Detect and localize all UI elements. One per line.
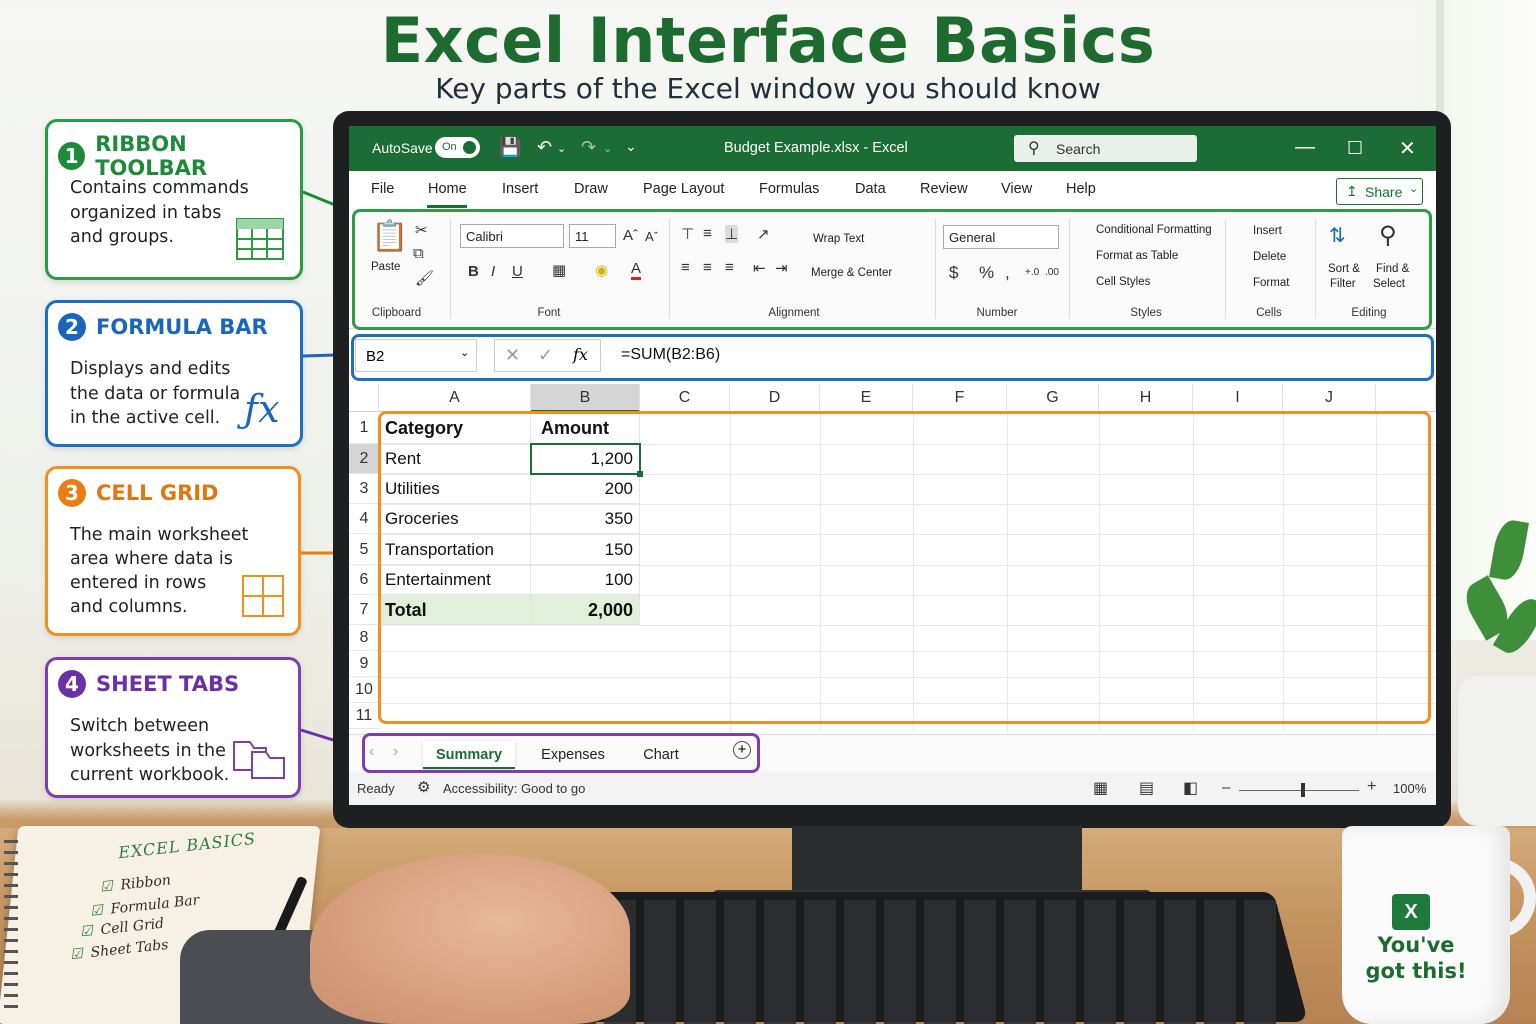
zoom-level[interactable]: 100% bbox=[1393, 781, 1426, 796]
column-header[interactable]: E bbox=[820, 384, 913, 412]
chevron-down-icon[interactable]: ⌄ bbox=[603, 142, 612, 155]
tab-data[interactable]: Data bbox=[855, 181, 886, 197]
column-header[interactable]: G bbox=[1007, 384, 1099, 412]
row-header[interactable]: 1 bbox=[349, 412, 379, 444]
tab-review[interactable]: Review bbox=[920, 181, 968, 197]
search-box[interactable]: ⚲ Search bbox=[1014, 135, 1197, 162]
column-header[interactable]: C bbox=[640, 384, 730, 412]
tab-home[interactable]: Home bbox=[428, 181, 467, 197]
row-header[interactable]: 8 bbox=[349, 625, 379, 651]
ribbon-tabs: File Home Insert Draw Page Layout Formul… bbox=[349, 171, 1436, 211]
formula-bar-highlight bbox=[351, 334, 1434, 381]
maximize-icon[interactable]: ☐ bbox=[1347, 138, 1363, 159]
sheet-tabs-highlight bbox=[362, 733, 760, 773]
autosave-toggle[interactable]: On bbox=[435, 137, 480, 158]
plant-pot bbox=[1458, 676, 1536, 826]
column-header[interactable]: H bbox=[1099, 384, 1193, 412]
search-icon: ⚲ bbox=[1028, 140, 1040, 157]
page-break-view-icon[interactable]: ◧ bbox=[1183, 778, 1198, 798]
keyboard-keys bbox=[520, 900, 1280, 1024]
zoom-in-icon[interactable]: + bbox=[1367, 778, 1376, 796]
accessibility-status[interactable]: Accessibility: Good to go bbox=[443, 781, 585, 796]
search-placeholder: Search bbox=[1056, 141, 1101, 157]
tab-draw[interactable]: Draw bbox=[574, 181, 608, 197]
zoom-slider-thumb[interactable] bbox=[1301, 783, 1305, 797]
row-header[interactable]: 9 bbox=[349, 651, 379, 677]
tab-page-layout[interactable]: Page Layout bbox=[643, 181, 724, 197]
mug-text: You've got this! bbox=[1365, 933, 1467, 983]
check-icon: ☑ bbox=[99, 878, 114, 896]
ribbon-highlight bbox=[352, 209, 1432, 330]
row-header[interactable]: 4 bbox=[349, 504, 379, 534]
save-icon[interactable]: 💾 bbox=[499, 137, 521, 158]
accessibility-icon[interactable]: ⚙ bbox=[417, 778, 430, 796]
monitor-stand bbox=[792, 826, 1082, 898]
autosave-label: AutoSave bbox=[372, 140, 433, 156]
chevron-down-icon[interactable]: ⌄ bbox=[557, 142, 566, 155]
tab-file[interactable]: File bbox=[371, 181, 394, 197]
tab-formulas[interactable]: Formulas bbox=[759, 181, 819, 197]
row-header[interactable]: 5 bbox=[349, 534, 379, 565]
tab-help[interactable]: Help bbox=[1066, 181, 1096, 197]
zoom-out-icon[interactable]: – bbox=[1222, 779, 1230, 796]
status-bar: Ready ⚙ Accessibility: Good to go ▦ ▤ ◧ … bbox=[349, 772, 1436, 805]
column-header[interactable]: F bbox=[913, 384, 1007, 412]
column-header[interactable]: B bbox=[531, 384, 640, 412]
check-icon: ☑ bbox=[89, 902, 104, 920]
row-header[interactable]: 10 bbox=[349, 677, 379, 703]
row-header[interactable]: 7 bbox=[349, 595, 379, 625]
select-all-corner[interactable] bbox=[349, 384, 379, 412]
cell-grid-highlight bbox=[378, 411, 1431, 724]
active-tab-indicator bbox=[427, 205, 467, 208]
tab-view[interactable]: View bbox=[1001, 181, 1032, 197]
column-header[interactable]: I bbox=[1193, 384, 1283, 412]
title-bar: AutoSave On 💾 ↶ ⌄ ↷ ⌄ ⌄ Budget Example.x… bbox=[349, 126, 1436, 171]
share-button[interactable]: ↥ Share ⌄ bbox=[1336, 178, 1423, 205]
check-icon: ☑ bbox=[79, 923, 94, 941]
column-header[interactable]: J bbox=[1283, 384, 1376, 412]
excel-logo-icon: X bbox=[1392, 894, 1430, 930]
row-header[interactable]: 6 bbox=[349, 565, 379, 595]
column-header[interactable]: A bbox=[379, 384, 531, 412]
status-ready: Ready bbox=[357, 781, 395, 796]
notebook-spiral bbox=[4, 840, 18, 1010]
column-header[interactable]: D bbox=[730, 384, 820, 412]
close-icon[interactable]: ✕ bbox=[1399, 136, 1416, 161]
row-header[interactable]: 11 bbox=[349, 703, 379, 729]
share-icon: ↥ bbox=[1346, 183, 1358, 199]
undo-icon[interactable]: ↶ bbox=[537, 137, 552, 158]
tab-insert[interactable]: Insert bbox=[502, 181, 538, 197]
window-title: Budget Example.xlsx - Excel bbox=[724, 140, 908, 156]
customize-qat-icon[interactable]: ⌄ bbox=[625, 138, 637, 155]
minimize-icon[interactable]: — bbox=[1295, 136, 1315, 159]
check-icon: ☑ bbox=[69, 945, 84, 964]
page-layout-view-icon[interactable]: ▤ bbox=[1139, 778, 1154, 798]
zoom-slider-track[interactable] bbox=[1239, 790, 1359, 791]
chevron-down-icon: ⌄ bbox=[1409, 183, 1419, 195]
normal-view-icon[interactable]: ▦ bbox=[1093, 778, 1108, 798]
row-header[interactable]: 2 bbox=[349, 444, 379, 474]
redo-icon[interactable]: ↷ bbox=[581, 137, 596, 158]
column-header-spare bbox=[1376, 384, 1436, 412]
row-header[interactable]: 3 bbox=[349, 474, 379, 504]
